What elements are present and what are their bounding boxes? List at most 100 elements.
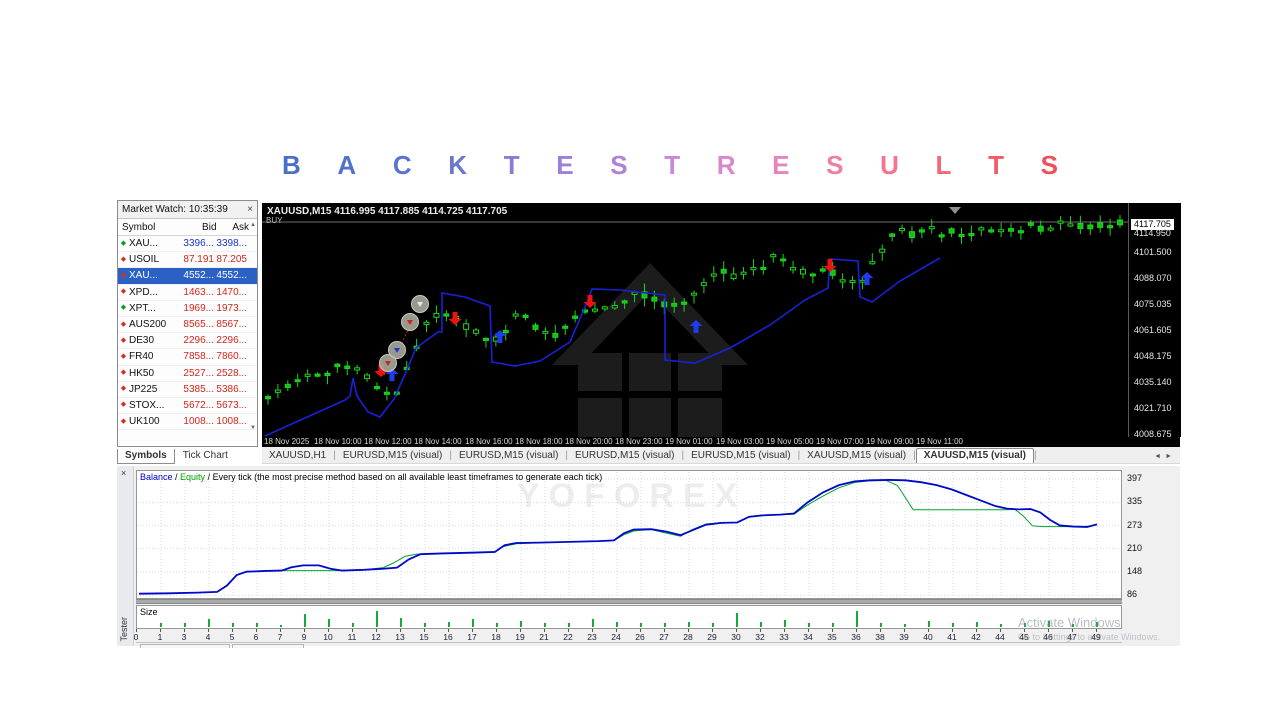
chart-tab[interactable]: XAUUSD,H1: [262, 449, 333, 463]
close-icon[interactable]: ×: [121, 468, 126, 478]
chart-tab[interactable]: EURUSD,M15 (visual): [452, 449, 565, 463]
chart-tab[interactable]: EURUSD,M15 (visual): [684, 449, 797, 463]
trade-number-label: 16: [443, 632, 453, 642]
title-letter: T: [988, 150, 1004, 180]
symbol-row[interactable]: ◆ US30 4654... 4654...: [118, 430, 257, 433]
symbol-name: HK50: [129, 367, 155, 379]
price-axis-label: 4101.500: [1134, 247, 1172, 257]
symbol-row[interactable]: ◆ XAU... 4552... 4552...: [118, 268, 257, 285]
balance-y-axis: 397 335 273 210 148 86: [1125, 470, 1175, 599]
candlestick-chart[interactable]: [262, 203, 1128, 437]
market-watch-tab[interactable]: Symbols: [117, 449, 175, 464]
symbol-direction-icon: ◆: [120, 239, 127, 247]
symbol-name: STOX...: [129, 399, 165, 411]
price-axis-label: 4035.140: [1134, 377, 1172, 387]
tester-tab-partial[interactable]: [140, 644, 230, 648]
tester-tab-partial[interactable]: [232, 644, 304, 648]
ask-value: 2528...: [216, 367, 247, 379]
price-axis: 4117.705 4114.950 4101.500 4088.070 4075.03…: [1128, 203, 1181, 439]
activate-windows-subtext: Go to Settings to activate Windows.: [1018, 632, 1161, 642]
chart-tab[interactable]: XAUUSD,M15 (visual): [915, 448, 1034, 463]
trade-number-label: 0: [133, 632, 139, 642]
bid-value: 2527...: [183, 367, 214, 379]
time-axis-label: 18 Nov 20:00: [565, 437, 613, 446]
symbol-name: XAU...: [129, 238, 158, 250]
trade-number-label: 5: [229, 632, 235, 642]
bid-value: 1008...: [183, 416, 214, 428]
symbol-row[interactable]: ◆ JP225 5385... 5386...: [118, 382, 257, 398]
trade-number-label: 44: [995, 632, 1005, 642]
time-axis-label: 18 Nov 10:00: [314, 437, 362, 446]
title-letter: S: [826, 150, 844, 180]
trade-number-label: 7: [277, 632, 283, 642]
chart-tab[interactable]: XAUUSD,M15 (visual): [800, 449, 913, 463]
symbol-row[interactable]: ◆ DE30 2296... 2296...: [118, 333, 257, 350]
trade-number-label: 11: [347, 632, 357, 642]
price-chart-plot[interactable]: XAUUSD,M15 4116.995 4117.885 4114.725 41…: [262, 203, 1128, 437]
backtest-results-page: B A C K T E S T R E S U L T S Market Watch: 10:35:39 ×…: [0, 0, 1280, 720]
legend-equity: Equity: [180, 472, 206, 482]
time-axis-label: 18 Nov 16:00: [465, 437, 513, 446]
symbol-row[interactable]: ◆ USOIL 87.191 87.205: [118, 252, 257, 269]
symbol-name: JP225: [129, 383, 158, 395]
trade-number-label: 4: [205, 632, 211, 642]
price-axis-label: 4048.175: [1134, 351, 1172, 361]
trade-number-label: 32: [755, 632, 765, 642]
bid-value: 5672...: [183, 399, 214, 411]
trade-number-label: 3: [181, 632, 187, 642]
title-letter: E: [772, 150, 790, 180]
symbol-row[interactable]: ◆ XPD... 1463... 1470...: [118, 285, 257, 301]
symbol-row[interactable]: ◆ UK100 1008... 1008...: [118, 414, 257, 431]
tester-sidebar: × Tester: [117, 466, 134, 646]
ask-value: 1973...: [216, 302, 247, 314]
tab-scroll-right-icon[interactable]: ►: [1165, 453, 1176, 460]
symbol-direction-icon: ◆: [120, 352, 127, 360]
symbol-row[interactable]: ◆ STOX... 5672... 5673...: [118, 398, 257, 415]
trade-number-label: 13: [395, 632, 405, 642]
symbol-row[interactable]: ◆ XAU... 3396... 3398...: [118, 236, 257, 253]
symbol-direction-icon: ◆: [120, 304, 127, 312]
symbol-name: US30: [129, 432, 176, 433]
market-watch-panel: Market Watch: 10:35:39 × Symbol Bid Ask …: [117, 200, 258, 447]
balance-y-label: 86: [1127, 589, 1138, 599]
market-watch-tab[interactable]: Tick Chart: [175, 448, 236, 464]
bid-value: 5385...: [183, 383, 214, 395]
trade-number-label: 18: [491, 632, 501, 642]
time-axis-label: 19 Nov 11:00: [916, 437, 963, 446]
tab-scroll-arrows[interactable]: ◄►: [1154, 453, 1176, 460]
title-letter: R: [716, 150, 736, 180]
symbol-row[interactable]: ◆ XPT... 1969... 1973...: [118, 301, 257, 317]
symbol-direction-icon: ◆: [120, 320, 127, 328]
ask-value: 87.205: [216, 254, 247, 266]
symbol-direction-icon: ◆: [120, 288, 127, 296]
bid-value: 1463...: [183, 286, 214, 298]
tester-panel-label[interactable]: Tester: [119, 617, 129, 642]
bid-value: 3396...: [183, 238, 214, 250]
title-letter: S: [1040, 150, 1058, 180]
title-letter: U: [880, 150, 899, 180]
ask-value: 8567...: [216, 319, 247, 331]
symbol-row[interactable]: ◆ AUS200 8565... 8567...: [118, 317, 257, 334]
scroll-up-icon[interactable]: ▲: [250, 222, 256, 228]
symbol-row[interactable]: ◆ FR40 7858... 7860...: [118, 349, 257, 366]
trade-number-label: 35: [827, 632, 837, 642]
ask-value: 1470...: [216, 286, 247, 298]
chart-tab[interactable]: EURUSD,M15 (visual): [336, 449, 449, 463]
price-chart-panel[interactable]: XAUUSD,M15 4116.995 4117.885 4114.725 41…: [262, 203, 1181, 447]
chart-tab[interactable]: EURUSD,M15 (visual): [568, 449, 681, 463]
symbol-row[interactable]: ◆ HK50 2527... 2528...: [118, 366, 257, 382]
column-symbol: Symbol: [122, 221, 156, 233]
ask-value: 3398...: [216, 238, 247, 250]
close-icon[interactable]: ×: [247, 204, 253, 215]
column-bid: Bid: [202, 221, 217, 233]
ask-value: 2296...: [216, 335, 247, 347]
trade-number-label: 28: [683, 632, 693, 642]
trade-number-label: 38: [875, 632, 885, 642]
tab-scroll-left-icon[interactable]: ◄: [1154, 453, 1165, 460]
scroll-down-icon[interactable]: ▼: [250, 425, 256, 431]
time-axis-label: 19 Nov 09:00: [866, 437, 914, 446]
panel-splitter[interactable]: [136, 599, 1122, 604]
time-axis-label: 19 Nov 07:00: [816, 437, 864, 446]
market-watch-header: Symbol Bid Ask ▲: [118, 219, 257, 236]
balance-y-label: 210: [1127, 543, 1143, 553]
